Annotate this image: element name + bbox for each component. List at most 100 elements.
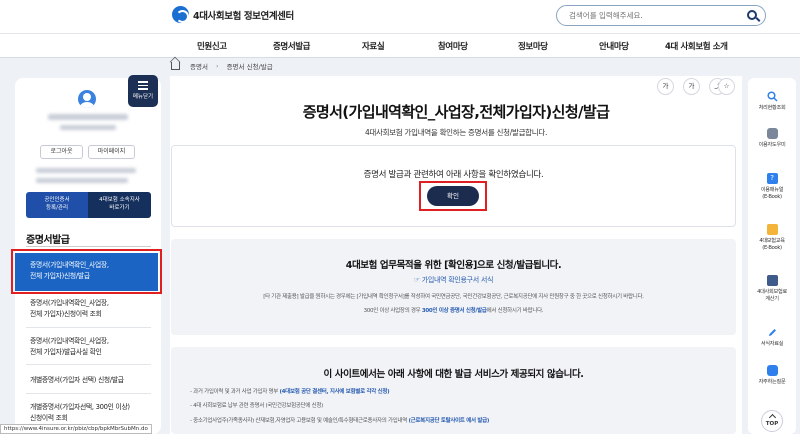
search-box	[556, 5, 766, 26]
quick-label: (E-Book)	[762, 194, 782, 200]
divider	[26, 327, 151, 328]
divider	[26, 246, 151, 247]
search-input[interactable]	[569, 11, 739, 20]
breadcrumb-current: 증명서 신청/발급	[226, 63, 273, 71]
logo-mark-icon	[172, 6, 189, 23]
cert-manage-label: 공인인증서	[44, 197, 70, 203]
notice-description: [타 기관 제출용] 발급을 원하시는 경우에는 [가입내역 확인청구서]를 작…	[263, 294, 644, 300]
quick-user-helper[interactable]: 이용자도우미	[748, 128, 796, 149]
breadcrumb: 증명서 › 증명서 신청/발급	[171, 60, 273, 72]
sidebar-item-label: 신청이력 조회	[30, 414, 68, 422]
user-name-redacted	[48, 114, 128, 120]
sidebar-item-individual-300[interactable]: 개별증명서(가입자선택, 300인 이상) 신청이력 조회	[30, 402, 130, 424]
faq-icon	[766, 365, 778, 376]
mypage-button[interactable]: 마이페이지	[88, 145, 135, 159]
notice-description-300: 300인 이상 사업장의 경우 300인 이상 증명서 신청/발급에서 신청하시…	[171, 306, 736, 314]
nav-participation[interactable]: 참여마당	[438, 40, 468, 52]
quick-forms[interactable]: 서식자료실	[748, 327, 796, 348]
notice-text: 에서 신청하시기 바랍니다.	[486, 308, 544, 314]
quick-label: 이용자도우미	[758, 142, 786, 148]
unavailable-item: - 4대 사회보험료 납부 관련 증명서 (국민건강보험공단에 신청)	[190, 403, 323, 409]
notice-title: 4대보험 업무목적을 위한 [확인용]으로 신청/발급됩니다.	[345, 260, 562, 271]
divider	[26, 364, 151, 365]
font-decrease-button[interactable]: 가	[683, 78, 700, 95]
branch-shortcut-button[interactable]: 4대보험 소속지사 바로가기	[88, 192, 151, 218]
nav-complaint[interactable]: 민원신고	[197, 40, 227, 52]
notice-panel	[171, 239, 736, 335]
info-redacted	[36, 178, 128, 183]
sidebar-item-label: 개별증명서(가입자 선택) 신청/발급	[30, 376, 124, 384]
branch-shortcut-label: 4대보험 소속지사	[99, 197, 140, 203]
site-header: 4대사회보험 정보연계센터	[0, 0, 800, 33]
menu-close-label: 메뉴닫기	[132, 94, 154, 100]
quick-calculator[interactable]: 4대사회보험료 계산기	[748, 275, 796, 303]
confirm-text: 증명서 발급과 관련하여 아래 사항을 확인하였습니다.	[363, 170, 544, 180]
quick-label: 서식자료실	[760, 341, 784, 347]
quick-status-lookup[interactable]: 처리현황조회	[748, 91, 796, 112]
form-download-link[interactable]: ☞ 가입내역 확인용구서 서식	[171, 275, 736, 285]
unavailable-item: - 과거 가입이력 및 과거 사업 가입자 명부 (4대보험 공단 결센터, 지…	[190, 387, 390, 395]
help-icon: ?	[766, 173, 778, 184]
quick-education[interactable]: 4대보험교육 (E-Book)	[748, 224, 796, 252]
search-icon	[766, 91, 778, 102]
quick-label: (E-Book)	[762, 245, 782, 251]
page-subtitle: 4대사회보험 가입내역을 확인하는 증명서를 신청/발급합니다.	[364, 128, 548, 137]
sidebar-item-history[interactable]: 증명서(가입내역확인_사업장, 전체 가입자)신청이력 조회	[30, 298, 109, 320]
sidebar-item-label: 증명서(가입내역확인_사업장,	[30, 299, 109, 307]
cert-manage-label: 등록/관리	[45, 205, 69, 211]
status-bar-url: https://www.4insure.or.kr/pbiz/cbp/bpkMb…	[0, 424, 152, 434]
sidebar-item-individual[interactable]: 개별증명서(가입자 선택) 신청/발급	[30, 375, 124, 386]
nav-information[interactable]: 정보마당	[518, 40, 548, 52]
logo-text: 4대사회보험 정보연계센터	[193, 10, 294, 22]
sidebar-item-label: 전체 가입자)발급사실 확인	[30, 348, 102, 356]
favorite-button[interactable]: ☆	[718, 78, 735, 95]
item-text: - 과거 가입이력 및 과거 사업 가입자 명부	[190, 389, 280, 395]
unavailable-title: 이 사이트에서는 아래 사항에 대한 발급 서비스가 제공되지 않습니다.	[323, 369, 584, 380]
breadcrumb-separator: ›	[215, 62, 219, 70]
link-300-apply[interactable]: 300인 이상 증명서 신청/발급	[422, 308, 487, 314]
notice-text: 300인 이상 사업장의 경우	[363, 308, 422, 314]
quick-label: 4대보험교육	[759, 238, 785, 244]
book-icon	[766, 224, 778, 235]
page-title: 증명서(가입내역확인_사업장,전체가입자)신청/발급	[302, 103, 610, 121]
logout-button[interactable]: 로그아웃	[40, 145, 83, 159]
sidebar-section-title: 증명서발급	[26, 235, 70, 246]
quick-label: 4대사회보험료	[757, 289, 787, 295]
cert-shortcuts: 공인인증서 등록/관리 4대보험 소속지사 바로가기	[26, 192, 151, 218]
nav-about[interactable]: 4대 사회보험 소개	[665, 40, 728, 52]
sidebar-item-label: 개별증명서(가입자선택, 300인 이상)	[30, 403, 130, 411]
quick-label: 자주하는질문	[758, 379, 786, 385]
menu-close-button[interactable]: 메뉴닫기	[128, 75, 158, 107]
site-logo[interactable]: 4대사회보험 정보연계센터	[172, 6, 294, 23]
item-highlight: (4대보험 공단 결센터, 지사에 보험별로 각각 신청)	[279, 389, 390, 395]
highlight-box	[11, 249, 162, 294]
nav-guide[interactable]: 안내마당	[599, 40, 629, 52]
home-icon[interactable]	[171, 62, 180, 70]
quick-label: 계산기	[765, 296, 779, 302]
scroll-top-button[interactable]: TOP	[761, 410, 783, 432]
total-site-link[interactable]: (근로복지공단 토탈사이트 에서 발급)	[408, 418, 489, 424]
branch-shortcut-label: 바로가기	[109, 205, 130, 211]
unavailable-item: - 중소기업사업주(가족종사자) 산재보험,자영업자 고용보험 및 예술인/특수…	[190, 416, 489, 424]
search-icon[interactable]	[747, 10, 757, 20]
highlight-box	[419, 181, 487, 211]
item-text: - 중소기업사업주(가족종사자) 산재보험,자영업자 고용보험 및 예술인/특수…	[190, 418, 409, 424]
calculator-icon	[766, 275, 778, 286]
sidebar-item-verify[interactable]: 증명서(가입내역확인_사업장, 전체 가입자)발급사실 확인	[30, 336, 109, 358]
quick-label: 처리현황조회	[758, 105, 786, 111]
font-increase-button[interactable]: 가	[657, 78, 674, 95]
sidebar-item-label: 증명서(가입내역확인_사업장,	[30, 337, 109, 345]
pencil-icon	[767, 327, 778, 338]
divider	[26, 393, 151, 394]
cert-manage-button[interactable]: 공인인증서 등록/관리	[26, 192, 88, 218]
nav-library[interactable]: 자료실	[362, 40, 385, 52]
quick-user-manual[interactable]: ? 이용매뉴얼 (E-Book)	[748, 173, 796, 201]
nav-certificate[interactable]: 증명서발급	[273, 40, 311, 52]
info-redacted	[36, 168, 136, 173]
chat-icon	[766, 128, 778, 139]
breadcrumb-item[interactable]: 증명서	[190, 61, 208, 71]
hamburger-icon	[138, 80, 148, 90]
avatar	[78, 90, 96, 108]
quick-faq[interactable]: 자주하는질문	[748, 365, 796, 386]
star-icon: ☆	[723, 82, 730, 90]
